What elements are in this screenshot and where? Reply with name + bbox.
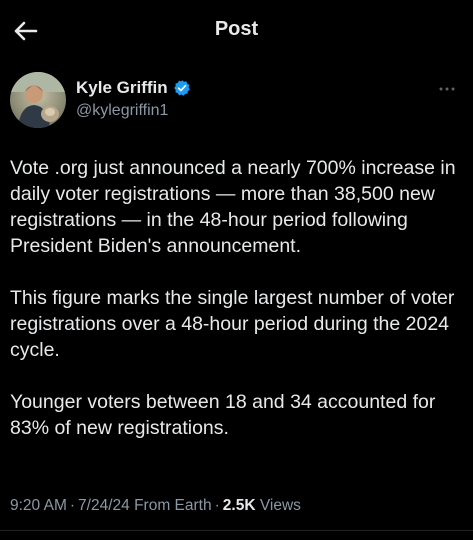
avatar[interactable]	[10, 72, 66, 128]
page-title: Post	[214, 18, 259, 40]
separator-dot: ·	[69, 497, 76, 514]
separator-dot: ·	[214, 497, 220, 514]
tweet-paragraph: Vote .org just announced a nearly 700% i…	[10, 157, 456, 257]
tweet-paragraph: This figure marks the single largest num…	[10, 287, 455, 361]
author-name-row: Kyle Griffin	[76, 78, 191, 98]
tweet-text: Vote .org just announced a nearly 700% i…	[10, 155, 465, 441]
avatar-image	[10, 72, 66, 128]
author-row: Kyle Griffin @kylegriffin1	[10, 70, 463, 132]
tweet-source: From Earth	[134, 497, 212, 514]
views-count[interactable]: 2.5K	[223, 497, 256, 514]
author-name[interactable]: Kyle Griffin	[76, 78, 168, 98]
author-handle[interactable]: @kylegriffin1	[76, 102, 168, 120]
verified-badge-icon	[173, 80, 190, 96]
divider	[0, 530, 473, 531]
tweet-paragraph: Younger voters between 18 and 34 account…	[10, 391, 436, 439]
more-dots-icon	[439, 87, 455, 91]
views-label: Views	[259, 497, 301, 514]
more-options-button[interactable]	[437, 82, 457, 96]
tweet-date[interactable]: 7/24/24	[78, 497, 130, 514]
tweet-time[interactable]: 9:20 AM	[10, 497, 67, 514]
tweet-metadata: 9:20 AM · 7/24/24 From Earth · 2.5K Views	[10, 497, 301, 515]
top-bar: Post	[0, 0, 473, 62]
